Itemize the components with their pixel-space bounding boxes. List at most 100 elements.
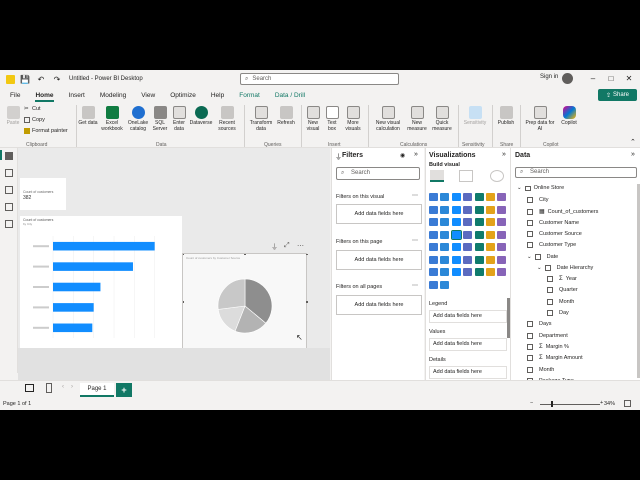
field-item[interactable]: ⌄ Date	[527, 253, 558, 260]
sensitivity-button[interactable]: Sensitivity	[461, 106, 489, 127]
visual-type-icon[interactable]	[463, 268, 473, 276]
visual-type-icon[interactable]	[474, 255, 484, 264]
values-well-dropzone[interactable]: Add data fields here	[429, 338, 507, 351]
visual-type-icon[interactable]	[440, 280, 450, 289]
filter-search-input[interactable]: ⌕ Search	[336, 167, 420, 180]
tab-file[interactable]: File	[10, 92, 20, 99]
report-view-icon[interactable]	[5, 152, 13, 160]
more-options-icon[interactable]: ⋯	[412, 282, 418, 289]
format-painter-button[interactable]: Format painter	[24, 128, 68, 134]
minimize-icon[interactable]: –	[586, 72, 600, 86]
field-checkbox[interactable]	[544, 264, 551, 271]
field-item[interactable]: Σ Margin Amount	[527, 355, 583, 362]
bar[interactable]	[53, 282, 101, 292]
tab-optimize[interactable]: Optimize	[170, 92, 196, 99]
sql-server-button[interactable]: SQL Server	[151, 106, 169, 132]
visual-type-icon[interactable]	[486, 230, 495, 239]
field-checkbox[interactable]	[527, 355, 533, 362]
recent-sources-button[interactable]: Recent sources	[214, 106, 240, 132]
zoom-slider[interactable]	[540, 404, 600, 405]
visual-type-icon[interactable]	[474, 268, 484, 276]
excel-button[interactable]: Excel workbook	[99, 106, 125, 132]
field-item[interactable]: Month	[547, 298, 574, 305]
visual-type-icon[interactable]	[440, 268, 450, 276]
search-input[interactable]: ⌕ Search	[240, 73, 399, 85]
visual-type-icon[interactable]	[451, 243, 461, 251]
add-page-button[interactable]: +	[116, 383, 132, 397]
visual-type-icon[interactable]	[497, 268, 507, 276]
field-item[interactable]: Customer Type	[527, 242, 576, 249]
tab-view[interactable]: View	[141, 92, 155, 99]
format-visual-tab-icon[interactable]	[459, 170, 473, 182]
cut-button[interactable]: ✂ Cut	[24, 106, 41, 112]
field-checkbox[interactable]	[547, 287, 553, 294]
resize-handle[interactable]	[306, 254, 308, 255]
visual-type-icon[interactable]	[440, 218, 450, 226]
tmdl-view-icon[interactable]	[5, 220, 13, 228]
visual-type-icon[interactable]	[451, 193, 461, 201]
data-search-input[interactable]: ⌕ Search	[515, 167, 637, 178]
analytics-tab-icon[interactable]	[490, 170, 504, 182]
resize-handle[interactable]	[306, 301, 308, 303]
redo-icon[interactable]: ↷	[51, 73, 63, 85]
maximize-icon[interactable]: □	[604, 72, 618, 86]
table-view-icon[interactable]	[5, 169, 13, 177]
visual-type-icon[interactable]	[486, 205, 495, 214]
build-visual-tab-icon[interactable]	[430, 170, 444, 182]
visual-type-icon[interactable]	[486, 243, 495, 251]
resize-handle[interactable]	[183, 254, 184, 255]
visual-type-icon[interactable]	[440, 255, 450, 264]
desktop-layout-icon[interactable]	[25, 384, 34, 392]
more-options-icon[interactable]: ⋯	[412, 192, 418, 199]
chevron-left-icon[interactable]: ‹	[62, 384, 64, 390]
field-checkbox[interactable]	[527, 332, 533, 339]
field-item[interactable]: ⌄ Date Hierarchy	[537, 264, 593, 271]
field-checkbox[interactable]	[534, 253, 541, 260]
visual-type-icon[interactable]	[497, 230, 507, 239]
dataverse-button[interactable]: Dataverse	[188, 106, 214, 127]
visual-type-icon[interactable]	[497, 205, 507, 214]
zoom-out-icon[interactable]: −	[530, 400, 533, 406]
details-well-dropzone[interactable]: Add data fields here	[429, 366, 507, 379]
visual-type-icon[interactable]	[429, 243, 438, 251]
chevron-up-icon[interactable]: ⌃	[630, 138, 636, 146]
chevron-down-icon[interactable]: ⌄	[517, 185, 522, 191]
field-item[interactable]: Customer Name	[527, 219, 579, 226]
visual-type-icon[interactable]	[497, 243, 507, 251]
bar[interactable]	[53, 323, 93, 333]
tab-home[interactable]: Home	[35, 92, 54, 102]
field-checkbox[interactable]	[527, 366, 533, 373]
share-button[interactable]: ⇪ Share	[598, 89, 637, 101]
legend-well-dropzone[interactable]: Add data fields here	[429, 310, 507, 323]
sign-in-link[interactable]: Sign in	[540, 74, 558, 80]
copy-button[interactable]: Copy	[24, 117, 45, 123]
bar-chart-visual[interactable]: Count of customers by City	[20, 216, 182, 348]
zoom-slider-thumb[interactable]	[551, 401, 553, 407]
filters-all-dropzone[interactable]: Add data fields here	[336, 295, 422, 315]
visual-type-icon[interactable]	[474, 193, 484, 201]
field-item[interactable]: Department	[527, 332, 568, 339]
visual-type-icon[interactable]	[440, 230, 450, 239]
resize-handle[interactable]	[183, 301, 184, 303]
resize-handle[interactable]	[244, 254, 246, 255]
pie-slice[interactable]	[217, 278, 246, 310]
prep-data-ai-button[interactable]: Prep data for AI	[523, 106, 557, 132]
report-canvas[interactable]: Count of customers 382 Count of customer…	[18, 148, 330, 380]
new-measure-button[interactable]: New measure	[405, 106, 429, 132]
tab-help[interactable]: Help	[211, 92, 224, 99]
field-item[interactable]: Customer Source	[527, 230, 582, 237]
eye-icon[interactable]: ◉	[400, 152, 405, 159]
copilot-button[interactable]: Copilot	[558, 106, 580, 127]
transform-data-button[interactable]: Transform data	[248, 106, 274, 132]
visual-type-icon[interactable]	[429, 218, 438, 226]
quick-measure-button[interactable]: Quick measure	[430, 106, 454, 132]
collapse-data-icon[interactable]: »	[631, 151, 635, 158]
pie-chart-visual[interactable]: Count of customers by Customer Source	[182, 253, 308, 351]
visual-type-icon[interactable]	[451, 268, 461, 276]
chevron-right-icon[interactable]: ›	[71, 384, 73, 390]
field-checkbox[interactable]	[527, 343, 533, 350]
visual-type-icon[interactable]	[497, 255, 507, 264]
publish-button[interactable]: Publish	[495, 106, 517, 127]
field-checkbox[interactable]	[527, 197, 533, 203]
chevron-down-icon[interactable]: ⌄	[527, 254, 532, 260]
